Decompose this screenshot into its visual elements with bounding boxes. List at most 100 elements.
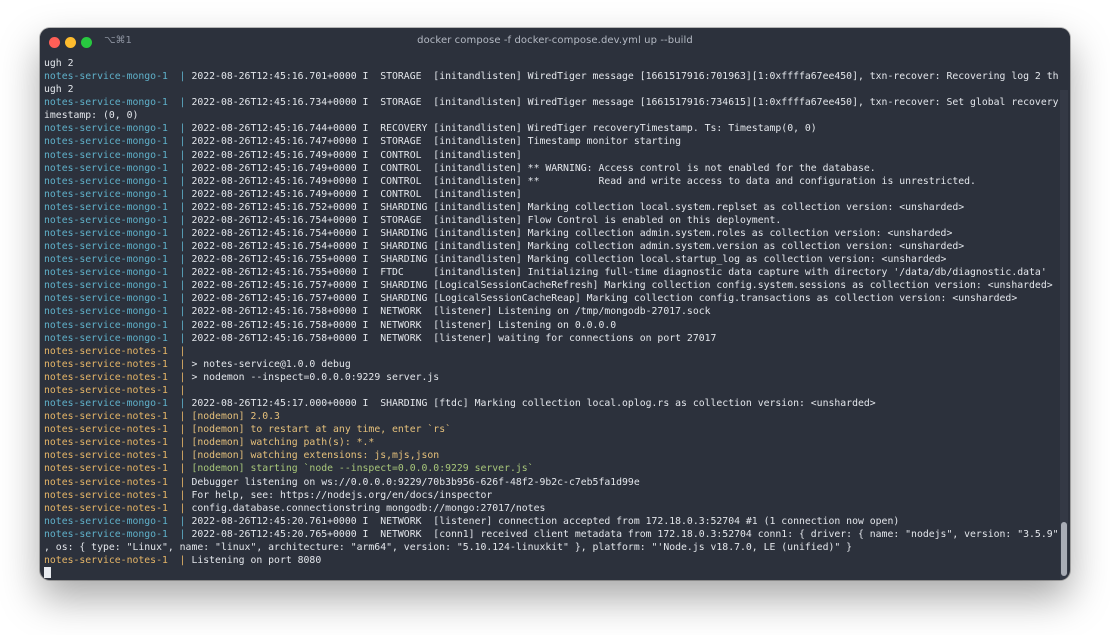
terminal-line: notes-service-mongo-1 | 2022-08-26T12:45… [44, 96, 1058, 109]
prefix-separator: | [179, 228, 192, 240]
line-text: 2022-08-26T12:45:16.758+0000 I NETWORK [… [191, 306, 711, 318]
prefix-separator: | [179, 293, 192, 305]
terminal-line: notes-service-mongo-1 | 2022-08-26T12:45… [44, 253, 1058, 266]
prefix-separator: | [179, 515, 192, 527]
line-text: 2022-08-26T12:45:16.747+0000 I STORAGE [… [191, 136, 682, 148]
scrollbar-thumb[interactable] [1061, 522, 1067, 576]
line-text: config.database.connectionstring mongodb… [191, 502, 546, 514]
service-prefix: notes-service-mongo-1 [44, 306, 180, 318]
service-prefix: notes-service-mongo-1 [44, 149, 180, 161]
prefix-separator: | [179, 437, 192, 449]
prefix-separator: | [179, 162, 192, 174]
line-text: ugh 2 [44, 84, 74, 96]
service-prefix: notes-service-mongo-1 [44, 228, 180, 240]
service-prefix: notes-service-mongo-1 [44, 97, 180, 109]
line-text: Debugger listening on ws://0.0.0.0:9229/… [191, 476, 640, 488]
service-prefix: notes-service-notes-1 [44, 437, 180, 449]
service-prefix: notes-service-notes-1 [44, 384, 180, 396]
service-prefix: notes-service-mongo-1 [44, 280, 180, 292]
service-prefix: notes-service-notes-1 [44, 476, 180, 488]
terminal-line: ugh 2 [44, 57, 1058, 70]
prefix-separator: | [179, 450, 192, 462]
service-prefix: notes-service-mongo-1 [44, 528, 180, 540]
line-text: > nodemon --inspect=0.0.0.0:9229 server.… [191, 371, 440, 383]
terminal-line: notes-service-notes-1 | [44, 384, 1058, 397]
prefix-separator: | [179, 280, 192, 292]
line-text: 2022-08-26T12:45:16.754+0000 I STORAGE [… [191, 214, 782, 226]
line-text: > notes-service@1.0.0 debug [191, 358, 351, 370]
terminal-line: notes-service-mongo-1 | 2022-08-26T12:45… [44, 135, 1058, 148]
terminal-line: notes-service-notes-1 | For help, see: h… [44, 489, 1058, 502]
service-prefix: notes-service-mongo-1 [44, 293, 180, 305]
terminal-line: notes-service-mongo-1 | 2022-08-26T12:45… [44, 305, 1058, 318]
line-text: 2022-08-26T12:45:16.755+0000 I SHARDING … [191, 254, 947, 266]
prefix-separator: | [179, 411, 192, 423]
prefix-separator: | [179, 267, 192, 279]
prefix-separator: | [179, 201, 192, 213]
prefix-separator: | [179, 254, 192, 266]
service-prefix: notes-service-mongo-1 [44, 188, 180, 200]
terminal-line: notes-service-mongo-1 | 2022-08-26T12:45… [44, 515, 1058, 528]
prefix-separator: | [179, 528, 192, 540]
prefix-separator: | [179, 214, 192, 226]
line-text: [nodemon] watching path(s): *.* [191, 437, 375, 449]
prefix-separator: | [179, 384, 192, 396]
terminal-line: notes-service-notes-1 | config.database.… [44, 502, 1058, 515]
prompt-line[interactable] [44, 567, 1058, 578]
line-text: 2022-08-26T12:45:16.701+0000 I STORAGE [… [191, 71, 1058, 83]
service-prefix: notes-service-mongo-1 [44, 123, 180, 135]
service-prefix: notes-service-mongo-1 [44, 319, 180, 331]
line-text: 2022-08-26T12:45:16.749+0000 I CONTROL [… [191, 149, 522, 161]
terminal-line: notes-service-mongo-1 | 2022-08-26T12:45… [44, 122, 1058, 135]
terminal-line: notes-service-notes-1 | [nodemon] 2.0.3 [44, 410, 1058, 423]
terminal-line: , os: { type: "Linux", name: "linux", ar… [44, 541, 1058, 554]
terminal-line: notes-service-notes-1 | [nodemon] watchi… [44, 449, 1058, 462]
service-prefix: notes-service-mongo-1 [44, 201, 180, 213]
terminal-line: notes-service-mongo-1 | 2022-08-26T12:45… [44, 149, 1058, 162]
line-text: 2022-08-26T12:45:20.761+0000 I NETWORK [… [191, 515, 900, 527]
prefix-separator: | [179, 502, 192, 514]
service-prefix: notes-service-notes-1 [44, 411, 180, 423]
terminal-line: notes-service-mongo-1 | 2022-08-26T12:45… [44, 175, 1058, 188]
terminal-output[interactable]: ugh 2 notes-service-mongo-1 | 2022-08-26T… [44, 57, 1058, 578]
service-prefix: notes-service-notes-1 [44, 424, 180, 436]
prefix-separator: | [179, 554, 192, 566]
line-text: [nodemon] starting `node --inspect=0.0.0… [191, 463, 534, 475]
prefix-separator: | [179, 476, 192, 488]
terminal-line: notes-service-mongo-1 | 2022-08-26T12:45… [44, 266, 1058, 279]
terminal-line: notes-service-mongo-1 | 2022-08-26T12:45… [44, 201, 1058, 214]
service-prefix: notes-service-notes-1 [44, 489, 180, 501]
line-text: For help, see: https://nodejs.org/en/doc… [191, 489, 493, 501]
line-text: 2022-08-26T12:45:16.749+0000 I CONTROL [… [191, 175, 976, 187]
terminal-line: notes-service-notes-1 | [nodemon] starti… [44, 462, 1058, 475]
line-text: 2022-08-26T12:45:16.758+0000 I NETWORK [… [191, 332, 717, 344]
prefix-separator: | [179, 149, 192, 161]
line-text: 2022-08-26T12:45:16.754+0000 I SHARDING … [191, 228, 953, 240]
prefix-separator: | [179, 371, 192, 383]
line-text: [nodemon] 2.0.3 [191, 411, 280, 423]
scrollbar-track[interactable] [1060, 90, 1068, 580]
line-text: 2022-08-26T12:45:16.749+0000 I CONTROL [… [191, 188, 522, 200]
service-prefix: notes-service-mongo-1 [44, 162, 180, 174]
line-text: 2022-08-26T12:45:16.754+0000 I SHARDING … [191, 241, 965, 253]
terminal-line: notes-service-notes-1 | [44, 345, 1058, 358]
prefix-separator: | [179, 319, 192, 331]
terminal-line: ugh 2 [44, 83, 1058, 96]
line-text: Listening on port 8080 [191, 554, 322, 566]
service-prefix: notes-service-notes-1 [44, 463, 180, 475]
terminal-line: notes-service-notes-1 | > nodemon --insp… [44, 371, 1058, 384]
line-text: 2022-08-26T12:45:16.757+0000 I SHARDING … [191, 293, 1018, 305]
service-prefix: notes-service-notes-1 [44, 371, 180, 383]
service-prefix: notes-service-notes-1 [44, 345, 180, 357]
prefix-separator: | [179, 306, 192, 318]
line-text: 2022-08-26T12:45:16.744+0000 I RECOVERY … [191, 123, 817, 135]
service-prefix: notes-service-mongo-1 [44, 267, 180, 279]
line-text: 2022-08-26T12:45:20.765+0000 I NETWORK [… [191, 528, 1058, 540]
service-prefix: notes-service-mongo-1 [44, 254, 180, 266]
terminal-line: notes-service-mongo-1 | 2022-08-26T12:45… [44, 214, 1058, 227]
terminal-line: notes-service-notes-1 | > notes-service@… [44, 358, 1058, 371]
terminal-line: notes-service-mongo-1 | 2022-08-26T12:45… [44, 292, 1058, 305]
service-prefix: notes-service-mongo-1 [44, 214, 180, 226]
terminal-line: notes-service-mongo-1 | 2022-08-26T12:45… [44, 319, 1058, 332]
line-text: imestamp: (0, 0) [44, 110, 139, 122]
